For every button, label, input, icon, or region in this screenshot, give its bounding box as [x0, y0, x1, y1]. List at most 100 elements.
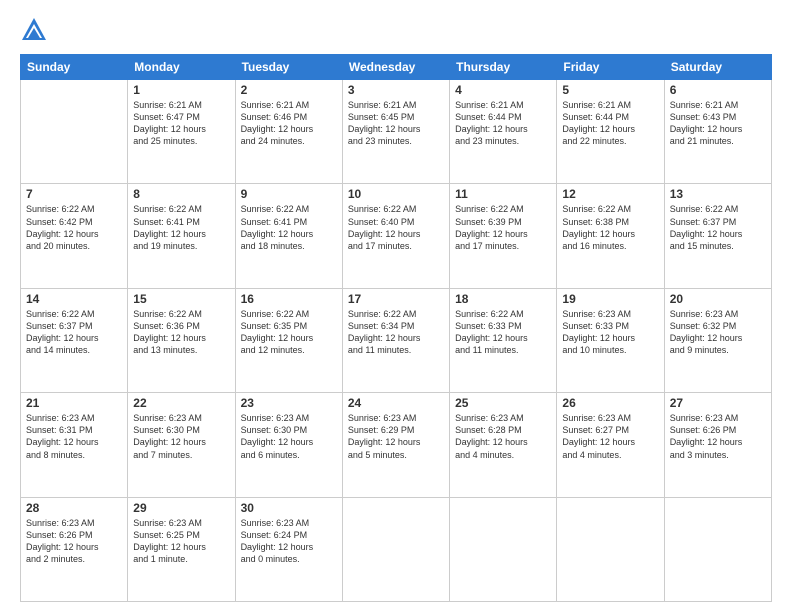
cell-content: Sunrise: 6:22 AM Sunset: 6:41 PM Dayligh…: [241, 203, 337, 252]
day-number: 7: [26, 187, 122, 201]
cell-content: Sunrise: 6:22 AM Sunset: 6:39 PM Dayligh…: [455, 203, 551, 252]
cell-content: Sunrise: 6:23 AM Sunset: 6:31 PM Dayligh…: [26, 412, 122, 461]
calendar-cell: [342, 497, 449, 601]
calendar-cell: [21, 80, 128, 184]
calendar-week-row: 7 Sunrise: 6:22 AM Sunset: 6:42 PM Daylig…: [21, 184, 772, 288]
calendar-cell: 21 Sunrise: 6:23 AM Sunset: 6:31 PM Dayli…: [21, 393, 128, 497]
calendar-cell: 16 Sunrise: 6:22 AM Sunset: 6:35 PM Dayli…: [235, 288, 342, 392]
day-number: 3: [348, 83, 444, 97]
day-number: 4: [455, 83, 551, 97]
day-number: 24: [348, 396, 444, 410]
calendar-cell: 18 Sunrise: 6:22 AM Sunset: 6:33 PM Dayli…: [450, 288, 557, 392]
cell-content: Sunrise: 6:23 AM Sunset: 6:33 PM Dayligh…: [562, 308, 658, 357]
logo-icon: [20, 16, 48, 44]
calendar-cell: 22 Sunrise: 6:23 AM Sunset: 6:30 PM Dayli…: [128, 393, 235, 497]
day-number: 23: [241, 396, 337, 410]
cell-content: Sunrise: 6:22 AM Sunset: 6:33 PM Dayligh…: [455, 308, 551, 357]
day-number: 27: [670, 396, 766, 410]
cell-content: Sunrise: 6:21 AM Sunset: 6:47 PM Dayligh…: [133, 99, 229, 148]
calendar-cell: 25Sunrise: 6:23 AM Sunset: 6:28 PM Dayli…: [450, 393, 557, 497]
calendar-cell: 28Sunrise: 6:23 AM Sunset: 6:26 PM Dayli…: [21, 497, 128, 601]
day-number: 1: [133, 83, 229, 97]
cell-content: Sunrise: 6:21 AM Sunset: 6:44 PM Dayligh…: [455, 99, 551, 148]
cell-content: Sunrise: 6:21 AM Sunset: 6:44 PM Dayligh…: [562, 99, 658, 148]
day-number: 28: [26, 501, 122, 515]
calendar-cell: 9 Sunrise: 6:22 AM Sunset: 6:41 PM Daylig…: [235, 184, 342, 288]
calendar-cell: 26 Sunrise: 6:23 AM Sunset: 6:27 PM Dayli…: [557, 393, 664, 497]
day-number: 10: [348, 187, 444, 201]
calendar-cell: 24 Sunrise: 6:23 AM Sunset: 6:29 PM Dayli…: [342, 393, 449, 497]
day-number: 12: [562, 187, 658, 201]
day-number: 14: [26, 292, 122, 306]
weekday-header-sunday: Sunday: [21, 55, 128, 80]
cell-content: Sunrise: 6:22 AM Sunset: 6:35 PM Dayligh…: [241, 308, 337, 357]
cell-content: Sunrise: 6:21 AM Sunset: 6:45 PM Dayligh…: [348, 99, 444, 148]
weekday-header-saturday: Saturday: [664, 55, 771, 80]
cell-content: Sunrise: 6:22 AM Sunset: 6:40 PM Dayligh…: [348, 203, 444, 252]
cell-content: Sunrise: 6:23 AM Sunset: 6:24 PM Dayligh…: [241, 517, 337, 566]
cell-content: Sunrise: 6:23 AM Sunset: 6:29 PM Dayligh…: [348, 412, 444, 461]
calendar-cell: [450, 497, 557, 601]
calendar-cell: 2 Sunrise: 6:21 AM Sunset: 6:46 PM Daylig…: [235, 80, 342, 184]
cell-content: Sunrise: 6:22 AM Sunset: 6:37 PM Dayligh…: [670, 203, 766, 252]
cell-content: Sunrise: 6:22 AM Sunset: 6:37 PM Dayligh…: [26, 308, 122, 357]
day-number: 9: [241, 187, 337, 201]
calendar-cell: 15Sunrise: 6:22 AM Sunset: 6:36 PM Dayli…: [128, 288, 235, 392]
cell-content: Sunrise: 6:23 AM Sunset: 6:26 PM Dayligh…: [670, 412, 766, 461]
calendar-cell: 4 Sunrise: 6:21 AM Sunset: 6:44 PM Daylig…: [450, 80, 557, 184]
cell-content: Sunrise: 6:23 AM Sunset: 6:30 PM Dayligh…: [133, 412, 229, 461]
weekday-header-tuesday: Tuesday: [235, 55, 342, 80]
cell-content: Sunrise: 6:22 AM Sunset: 6:42 PM Dayligh…: [26, 203, 122, 252]
cell-content: Sunrise: 6:23 AM Sunset: 6:27 PM Dayligh…: [562, 412, 658, 461]
day-number: 26: [562, 396, 658, 410]
calendar-cell: [664, 497, 771, 601]
calendar-cell: 10 Sunrise: 6:22 AM Sunset: 6:40 PM Dayli…: [342, 184, 449, 288]
day-number: 2: [241, 83, 337, 97]
weekday-header-friday: Friday: [557, 55, 664, 80]
calendar-week-row: 1 Sunrise: 6:21 AM Sunset: 6:47 PM Daylig…: [21, 80, 772, 184]
calendar-table: SundayMondayTuesdayWednesdayThursdayFrid…: [20, 54, 772, 602]
day-number: 13: [670, 187, 766, 201]
logo: [20, 16, 50, 44]
weekday-header-monday: Monday: [128, 55, 235, 80]
weekday-header-row: SundayMondayTuesdayWednesdayThursdayFrid…: [21, 55, 772, 80]
calendar-cell: 7 Sunrise: 6:22 AM Sunset: 6:42 PM Daylig…: [21, 184, 128, 288]
day-number: 19: [562, 292, 658, 306]
calendar-cell: 27 Sunrise: 6:23 AM Sunset: 6:26 PM Dayli…: [664, 393, 771, 497]
day-number: 22: [133, 396, 229, 410]
weekday-header-thursday: Thursday: [450, 55, 557, 80]
day-number: 5: [562, 83, 658, 97]
calendar-cell: 23 Sunrise: 6:23 AM Sunset: 6:30 PM Dayli…: [235, 393, 342, 497]
cell-content: Sunrise: 6:23 AM Sunset: 6:25 PM Dayligh…: [133, 517, 229, 566]
day-number: 21: [26, 396, 122, 410]
calendar-cell: 5 Sunrise: 6:21 AM Sunset: 6:44 PM Daylig…: [557, 80, 664, 184]
day-number: 18: [455, 292, 551, 306]
calendar-cell: 13 Sunrise: 6:22 AM Sunset: 6:37 PM Dayli…: [664, 184, 771, 288]
header: [20, 16, 772, 44]
calendar-cell: 14 Sunrise: 6:22 AM Sunset: 6:37 PM Dayli…: [21, 288, 128, 392]
cell-content: Sunrise: 6:23 AM Sunset: 6:30 PM Dayligh…: [241, 412, 337, 461]
cell-content: Sunrise: 6:22 AM Sunset: 6:34 PM Dayligh…: [348, 308, 444, 357]
calendar-cell: 30Sunrise: 6:23 AM Sunset: 6:24 PM Dayli…: [235, 497, 342, 601]
cell-content: Sunrise: 6:23 AM Sunset: 6:32 PM Dayligh…: [670, 308, 766, 357]
calendar-week-row: 28Sunrise: 6:23 AM Sunset: 6:26 PM Dayli…: [21, 497, 772, 601]
cell-content: Sunrise: 6:23 AM Sunset: 6:28 PM Dayligh…: [455, 412, 551, 461]
day-number: 15: [133, 292, 229, 306]
calendar-week-row: 21 Sunrise: 6:23 AM Sunset: 6:31 PM Dayli…: [21, 393, 772, 497]
calendar-cell: 11Sunrise: 6:22 AM Sunset: 6:39 PM Dayli…: [450, 184, 557, 288]
calendar-cell: 20 Sunrise: 6:23 AM Sunset: 6:32 PM Dayli…: [664, 288, 771, 392]
day-number: 16: [241, 292, 337, 306]
cell-content: Sunrise: 6:21 AM Sunset: 6:43 PM Dayligh…: [670, 99, 766, 148]
cell-content: Sunrise: 6:21 AM Sunset: 6:46 PM Dayligh…: [241, 99, 337, 148]
calendar-cell: 19 Sunrise: 6:23 AM Sunset: 6:33 PM Dayli…: [557, 288, 664, 392]
day-number: 17: [348, 292, 444, 306]
cell-content: Sunrise: 6:22 AM Sunset: 6:38 PM Dayligh…: [562, 203, 658, 252]
cell-content: Sunrise: 6:22 AM Sunset: 6:41 PM Dayligh…: [133, 203, 229, 252]
calendar-cell: 3 Sunrise: 6:21 AM Sunset: 6:45 PM Daylig…: [342, 80, 449, 184]
page: SundayMondayTuesdayWednesdayThursdayFrid…: [0, 0, 792, 612]
day-number: 29: [133, 501, 229, 515]
calendar-cell: 12 Sunrise: 6:22 AM Sunset: 6:38 PM Dayli…: [557, 184, 664, 288]
day-number: 20: [670, 292, 766, 306]
calendar-cell: 17 Sunrise: 6:22 AM Sunset: 6:34 PM Dayli…: [342, 288, 449, 392]
weekday-header-wednesday: Wednesday: [342, 55, 449, 80]
